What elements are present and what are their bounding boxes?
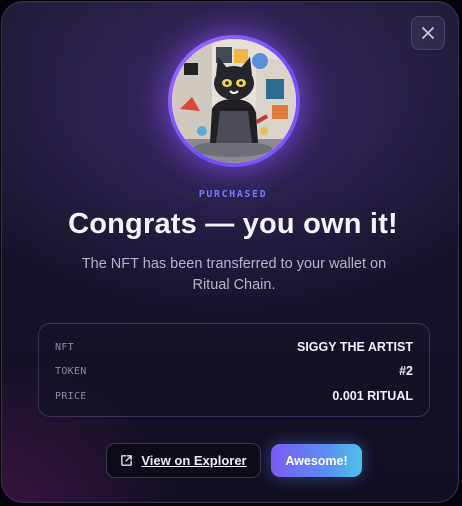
detail-label: PRICE	[55, 390, 87, 402]
external-link-icon	[121, 455, 133, 466]
detail-value: #2	[399, 364, 413, 378]
close-button[interactable]	[411, 16, 445, 50]
dialog-title: Congrats — you own it!	[68, 208, 398, 240]
awesome-button[interactable]: Awesome!	[271, 444, 362, 477]
detail-label: TOKEN	[55, 365, 87, 377]
status-eyebrow: PURCHASED	[198, 189, 268, 200]
view-on-explorer-label: View on Explorer	[141, 453, 247, 468]
detail-row-nft: NFT SIGGY THE ARTIST	[55, 338, 413, 356]
nft-artwork-image	[172, 39, 296, 163]
detail-value: SIGGY THE ARTIST	[297, 340, 413, 354]
purchase-details-card: NFT SIGGY THE ARTIST TOKEN #2 PRICE 0.00…	[38, 323, 430, 417]
detail-row-price: PRICE 0.001 RITUAL	[55, 387, 413, 405]
detail-value: 0.001 RITUAL	[332, 389, 413, 403]
close-icon	[422, 27, 434, 39]
purchase-success-dialog: PURCHASED Congrats — you own it! The NFT…	[1, 1, 459, 503]
nft-avatar	[168, 35, 300, 167]
dialog-subtitle: The NFT has been transferred to your wal…	[81, 256, 387, 293]
view-on-explorer-button[interactable]: View on Explorer	[106, 443, 261, 478]
awesome-button-label: Awesome!	[285, 453, 348, 468]
detail-label: NFT	[55, 341, 74, 353]
detail-row-token: TOKEN #2	[55, 362, 413, 380]
